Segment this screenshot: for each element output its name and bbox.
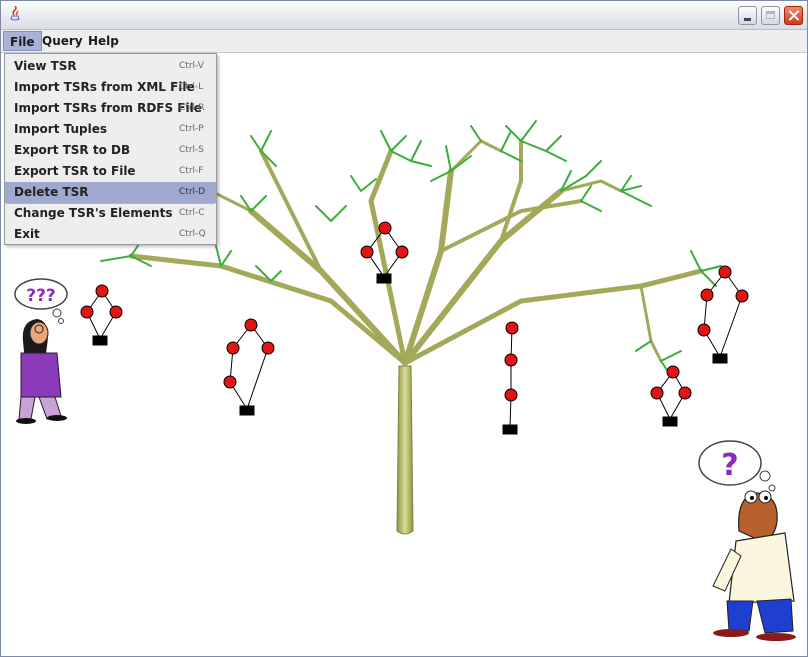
puzzled-woman-character: ??? [14, 278, 68, 424]
title-bar[interactable] [1, 1, 807, 30]
left-thought-text: ??? [26, 286, 56, 306]
application-window: File Query Help ??? ? View TSR Ctrl-V Im… [0, 0, 808, 657]
menu-item-export-tsr-db[interactable]: Export TSR to DB Ctrl-S [5, 140, 216, 161]
menu-item-exit[interactable]: Exit Ctrl-Q [5, 224, 216, 245]
menu-bar: File Query Help [1, 30, 807, 53]
tsr-graph-1 [80, 284, 123, 346]
tsr-graph-6 [697, 265, 749, 364]
menu-item-import-tsrs-rdfs[interactable]: Import TSRs from RDFS File Ctrl-R [5, 98, 216, 119]
menu-item-import-tuples[interactable]: Import Tuples Ctrl-P [5, 119, 216, 140]
menu-item-import-tsrs-xml[interactable]: Import TSRs from XML File Ctrl-L [5, 77, 216, 98]
menu-item-view-tsr[interactable]: View TSR Ctrl-V [5, 56, 216, 77]
menu-query[interactable]: Query [36, 31, 89, 51]
maximize-button[interactable] [761, 6, 780, 25]
java-app-icon [10, 6, 20, 21]
tsr-graph-5 [650, 365, 692, 427]
menu-item-delete-tsr[interactable]: Delete TSR Ctrl-D [5, 182, 216, 203]
minimize-button[interactable] [738, 6, 757, 25]
menu-item-export-tsr-file[interactable]: Export TSR to File Ctrl-F [5, 161, 216, 182]
menu-help[interactable]: Help [82, 31, 125, 51]
file-menu-dropdown: View TSR Ctrl-V Import TSRs from XML Fil… [4, 53, 217, 245]
menu-item-change-tsr-elements[interactable]: Change TSR's Elements Ctrl-C [5, 203, 216, 224]
right-thought-text: ? [721, 448, 738, 483]
tsr-graph-4 [502, 321, 519, 435]
scientist-character: ? [698, 440, 796, 641]
tsr-graph-2 [223, 318, 275, 416]
tsr-graph-3 [360, 221, 409, 284]
close-button[interactable] [784, 6, 803, 25]
